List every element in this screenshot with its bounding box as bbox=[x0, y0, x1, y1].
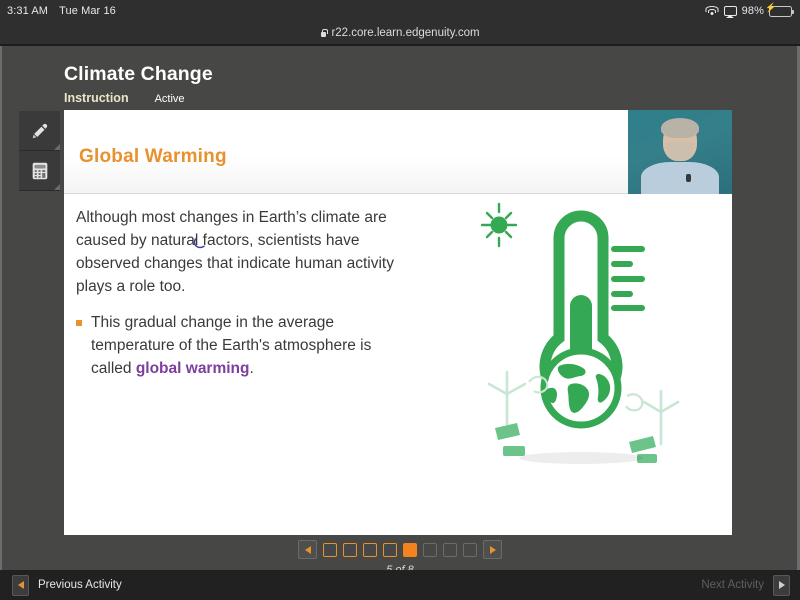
graphic-shadow bbox=[519, 452, 643, 464]
slide-header: Global Warming bbox=[64, 110, 732, 194]
browser-address-bar[interactable]: r22.core.learn.edgenuity.com bbox=[0, 22, 800, 44]
list-item: This gradual change in the average tempe… bbox=[76, 311, 406, 380]
tab-instruction[interactable]: Instruction bbox=[64, 91, 129, 105]
previous-activity-button[interactable]: Previous Activity bbox=[0, 575, 122, 596]
battery-percent-label: 98% bbox=[742, 5, 764, 17]
page-left-edge bbox=[0, 46, 2, 600]
status-bar-time: 3:31 AM bbox=[7, 5, 48, 17]
lesson-slide: Global Warming Although most changes in … bbox=[64, 110, 732, 535]
status-bar-left: 3:31 AM Tue Mar 16 bbox=[0, 5, 116, 17]
next-activity-arrow-icon bbox=[773, 575, 790, 596]
instructor-video-thumbnail[interactable] bbox=[628, 110, 732, 194]
sun-core bbox=[491, 217, 508, 234]
slide-dot-7[interactable] bbox=[443, 543, 457, 557]
bullet-square-icon bbox=[76, 320, 82, 326]
instructor-torso bbox=[641, 162, 719, 194]
slide-dots-row bbox=[298, 540, 502, 559]
previous-slide-arrow[interactable] bbox=[298, 540, 317, 559]
keyword-global-warming: global warming bbox=[136, 360, 250, 377]
previous-activity-label: Previous Activity bbox=[38, 579, 122, 591]
bullet-text-suffix: . bbox=[250, 360, 254, 377]
lapel-microphone bbox=[686, 174, 691, 182]
lesson-tabs: Instruction Active bbox=[64, 91, 185, 105]
lock-icon bbox=[320, 29, 327, 38]
ios-status-bar: 3:31 AM Tue Mar 16 98% ⚡ bbox=[0, 0, 800, 22]
slide-dot-4[interactable] bbox=[383, 543, 397, 557]
url-text: r22.core.learn.edgenuity.com bbox=[331, 27, 479, 39]
lesson-page: Climate Change Instruction Active bbox=[0, 46, 800, 600]
battery-charging-icon: ⚡ bbox=[769, 6, 792, 17]
calculator-tool[interactable] bbox=[19, 151, 60, 191]
instructor-hair bbox=[661, 118, 699, 138]
slide-body: Although most changes in Earth’s climate… bbox=[64, 194, 732, 535]
status-bar-right: 98% ⚡ bbox=[706, 0, 792, 22]
slide-dot-1[interactable] bbox=[323, 543, 337, 557]
next-slide-arrow[interactable] bbox=[483, 540, 502, 559]
slide-paragraph: Although most changes in Earth’s climate… bbox=[76, 206, 406, 298]
previous-activity-arrow-icon bbox=[12, 575, 29, 596]
slide-dot-2[interactable] bbox=[343, 543, 357, 557]
slide-heading: Global Warming bbox=[79, 146, 227, 168]
tab-active[interactable]: Active bbox=[155, 93, 185, 105]
slide-dot-8[interactable] bbox=[463, 543, 477, 557]
tool-palette bbox=[19, 111, 60, 191]
next-activity-button: Next Activity bbox=[701, 575, 790, 596]
screen-mirroring-icon bbox=[724, 6, 737, 16]
slide-text-column: Although most changes in Earth’s climate… bbox=[76, 206, 406, 380]
instructor-beard bbox=[667, 142, 693, 160]
slide-dot-5[interactable] bbox=[403, 543, 417, 557]
page-title: Climate Change bbox=[64, 63, 213, 86]
wifi-icon bbox=[706, 6, 719, 16]
next-activity-label: Next Activity bbox=[701, 579, 764, 591]
calculator-icon bbox=[29, 160, 51, 182]
slide-dot-3[interactable] bbox=[363, 543, 377, 557]
activity-navigation-bar: Previous Activity Next Activity bbox=[0, 570, 800, 600]
pencil-icon bbox=[29, 120, 51, 142]
slide-dot-6[interactable] bbox=[423, 543, 437, 557]
status-bar-date: Tue Mar 16 bbox=[59, 5, 116, 17]
thermometer-globe-illustration bbox=[459, 196, 719, 486]
highlighter-tool[interactable] bbox=[19, 111, 60, 151]
tick-marks bbox=[614, 249, 642, 308]
bullet-text: This gradual change in the average tempe… bbox=[91, 311, 406, 380]
slide-bullet-list: This gradual change in the average tempe… bbox=[76, 311, 406, 380]
